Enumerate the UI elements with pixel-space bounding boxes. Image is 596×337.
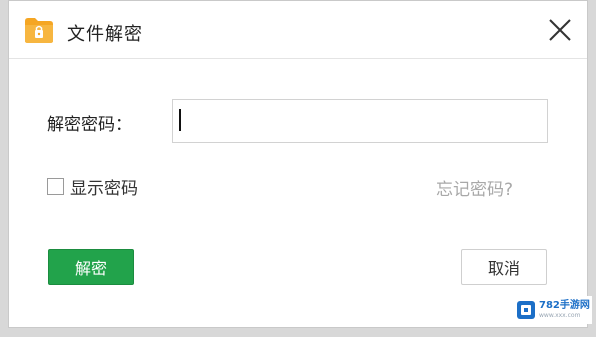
decrypt-dialog: 文件解密 解密密码： 显示密码 忘记密码? 解密 取消 [8,0,588,328]
titlebar: 文件解密 [9,1,587,59]
window-title: 文件解密 [67,24,143,45]
password-input[interactable] [172,99,548,143]
cancel-button[interactable]: 取消 [461,249,547,285]
show-password-toggle[interactable]: 显示密码 [47,175,138,199]
text-caret [179,109,181,131]
forgot-password-link[interactable]: 忘记密码? [436,175,513,200]
close-icon[interactable] [547,17,573,43]
show-password-label: 显示密码 [70,178,138,199]
watermark: 782手游网 www.xxx.com [516,296,592,324]
password-label: 解密密码： [47,115,132,135]
decrypt-button[interactable]: 解密 [48,249,134,285]
site-logo-icon [517,301,535,319]
watermark-title: 782手游网 [539,300,590,311]
show-password-checkbox[interactable] [47,177,64,195]
folder-lock-icon [25,18,53,43]
watermark-subtitle: www.xxx.com [539,312,581,319]
